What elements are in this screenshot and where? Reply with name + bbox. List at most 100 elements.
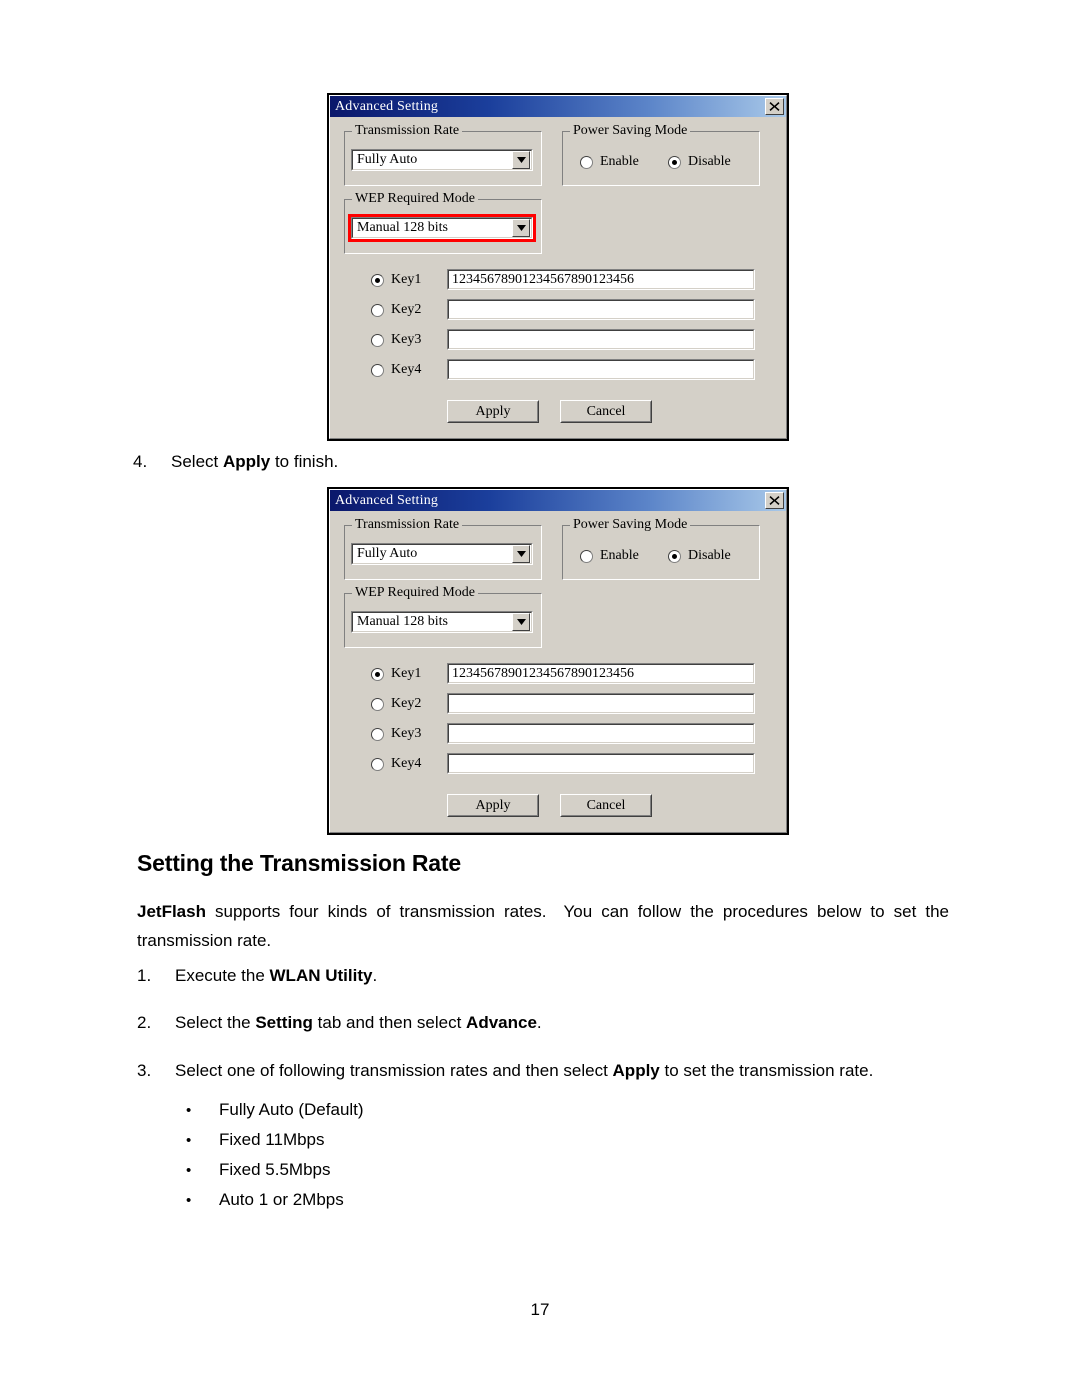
apply-button-label: Apply	[448, 795, 538, 816]
step-3-text: Select one of following transmission rat…	[175, 1061, 873, 1081]
step-2-part-0: Select the	[175, 1013, 256, 1032]
step-2-text: Select the Setting tab and then select A…	[175, 1013, 542, 1033]
key1-value: 12345678901234567890123456	[448, 270, 754, 289]
key4-value	[448, 754, 754, 773]
key3-input[interactable]	[447, 329, 755, 350]
transmission-rate-combo[interactable]: Fully Auto	[351, 149, 533, 171]
step-1-text: Execute the WLAN Utility.	[175, 966, 377, 986]
radio-indicator-key2[interactable]	[371, 697, 384, 711]
key3-input[interactable]	[447, 723, 755, 744]
key2-value	[448, 300, 754, 319]
key2-radio[interactable]: Key2	[371, 696, 421, 712]
wep-required-mode-value: Manual 128 bits	[357, 614, 448, 629]
step-2: 2. Select the Setting tab and then selec…	[137, 1013, 542, 1033]
key1-radio[interactable]: Key1	[371, 272, 421, 288]
step-2-part-3: Advance	[466, 1013, 537, 1032]
power-saving-enable-radio[interactable]: Enable	[580, 548, 639, 564]
step-2-number: 2.	[137, 1013, 152, 1032]
intro-paragraph: JetFlash supports four kinds of transmis…	[137, 897, 949, 955]
radio-indicator-enable[interactable]	[580, 155, 593, 169]
key1-radio[interactable]: Key1	[371, 666, 421, 682]
step-1-part-1: WLAN Utility	[269, 966, 373, 985]
dialog-body: Transmission Rate Fully Auto WEP Require…	[330, 117, 786, 458]
cancel-button[interactable]: Cancel	[560, 400, 652, 423]
advanced-setting-dialog-highlighted[interactable]: Advanced Setting Transmission Rate Fully…	[327, 93, 789, 441]
wep-required-mode-combo[interactable]: Manual 128 bits	[351, 611, 533, 633]
list-item: • Fully Auto (Default)	[186, 1100, 364, 1120]
dialog-title: Advanced Setting	[335, 98, 439, 114]
radio-indicator-key2[interactable]	[371, 303, 384, 317]
dialog-titlebar[interactable]: Advanced Setting	[330, 96, 786, 117]
apply-button[interactable]: Apply	[447, 794, 539, 817]
power-saving-disable-label: Disable	[688, 548, 731, 563]
dialog-titlebar[interactable]: Advanced Setting	[330, 490, 786, 511]
step-1: 1. Execute the WLAN Utility.	[137, 966, 377, 986]
intro-text: supports four kinds of transmission rate…	[137, 902, 949, 950]
page-title: Setting the Transmission Rate	[137, 850, 461, 876]
step-4-bold: Apply	[222, 452, 271, 471]
chevron-down-icon[interactable]	[512, 151, 530, 169]
power-saving-disable-radio[interactable]: Disable	[668, 154, 731, 170]
key1-input[interactable]: 12345678901234567890123456	[447, 269, 755, 290]
chevron-down-icon[interactable]	[512, 545, 530, 563]
step-2-part-1: Setting	[255, 1013, 313, 1032]
chevron-down-icon[interactable]	[512, 613, 530, 631]
transmission-rate-combo[interactable]: Fully Auto	[351, 543, 533, 565]
key3-value	[448, 724, 754, 743]
dialog-title: Advanced Setting	[335, 492, 439, 508]
key4-input[interactable]	[447, 359, 755, 380]
power-saving-disable-radio[interactable]: Disable	[668, 548, 731, 564]
key1-input[interactable]: 12345678901234567890123456	[447, 663, 755, 684]
step-4: 4. Select Apply to finish.	[133, 452, 338, 472]
intro-brand: JetFlash	[137, 902, 206, 921]
key4-label: Key4	[391, 756, 422, 771]
key4-radio[interactable]: Key4	[371, 362, 421, 378]
radio-indicator-key4[interactable]	[371, 757, 384, 771]
key2-input[interactable]	[447, 693, 755, 714]
key3-label: Key3	[391, 726, 422, 741]
key3-radio[interactable]: Key3	[371, 726, 421, 742]
step-1-part-2: .	[372, 966, 378, 985]
wep-required-mode-combo[interactable]: Manual 128 bits	[351, 217, 533, 239]
radio-indicator-key3[interactable]	[371, 333, 384, 347]
key2-input[interactable]	[447, 299, 755, 320]
page-number: 17	[530, 1300, 550, 1319]
power-saving-disable-label: Disable	[688, 154, 731, 169]
rate-label: Auto 1 or 2Mbps	[219, 1190, 344, 1209]
list-item: • Fixed 5.5Mbps	[186, 1160, 331, 1180]
key4-radio[interactable]: Key4	[371, 756, 421, 772]
step-4-text-before: Select	[171, 452, 223, 471]
key3-label: Key3	[391, 332, 422, 347]
radio-indicator-disable[interactable]	[668, 549, 681, 563]
radio-indicator-key1[interactable]	[371, 273, 384, 287]
bullet-icon: •	[186, 1132, 192, 1149]
key3-radio[interactable]: Key3	[371, 332, 421, 348]
key4-label: Key4	[391, 362, 422, 377]
step-3-number: 3.	[137, 1061, 152, 1080]
radio-indicator-key3[interactable]	[371, 727, 384, 741]
rate-label: Fixed 11Mbps	[219, 1130, 325, 1149]
cancel-button[interactable]: Cancel	[560, 794, 652, 817]
radio-indicator-key1[interactable]	[371, 667, 384, 681]
radio-indicator-disable[interactable]	[668, 155, 681, 169]
radio-indicator-enable[interactable]	[580, 549, 593, 563]
power-saving-enable-label: Enable	[600, 154, 639, 169]
key4-input[interactable]	[447, 753, 755, 774]
radio-indicator-key4[interactable]	[371, 363, 384, 377]
key1-value: 12345678901234567890123456	[448, 664, 754, 683]
bullet-icon: •	[186, 1102, 192, 1119]
bullet-icon: •	[186, 1192, 192, 1209]
step-1-part-0: Execute the	[175, 966, 270, 985]
advanced-setting-dialog[interactable]: Advanced Setting Transmission Rate Fully…	[327, 487, 789, 835]
close-icon[interactable]	[765, 492, 784, 509]
key1-label: Key1	[391, 666, 422, 681]
chevron-down-icon[interactable]	[512, 219, 530, 237]
power-saving-enable-radio[interactable]: Enable	[580, 154, 639, 170]
key2-label: Key2	[391, 696, 422, 711]
apply-button[interactable]: Apply	[447, 400, 539, 423]
close-icon[interactable]	[765, 98, 784, 115]
key2-radio[interactable]: Key2	[371, 302, 421, 318]
step-3: 3. Select one of following transmission …	[137, 1061, 873, 1081]
step-4-number: 4.	[133, 452, 148, 471]
step-2-part-2: tab and then select	[312, 1013, 467, 1032]
